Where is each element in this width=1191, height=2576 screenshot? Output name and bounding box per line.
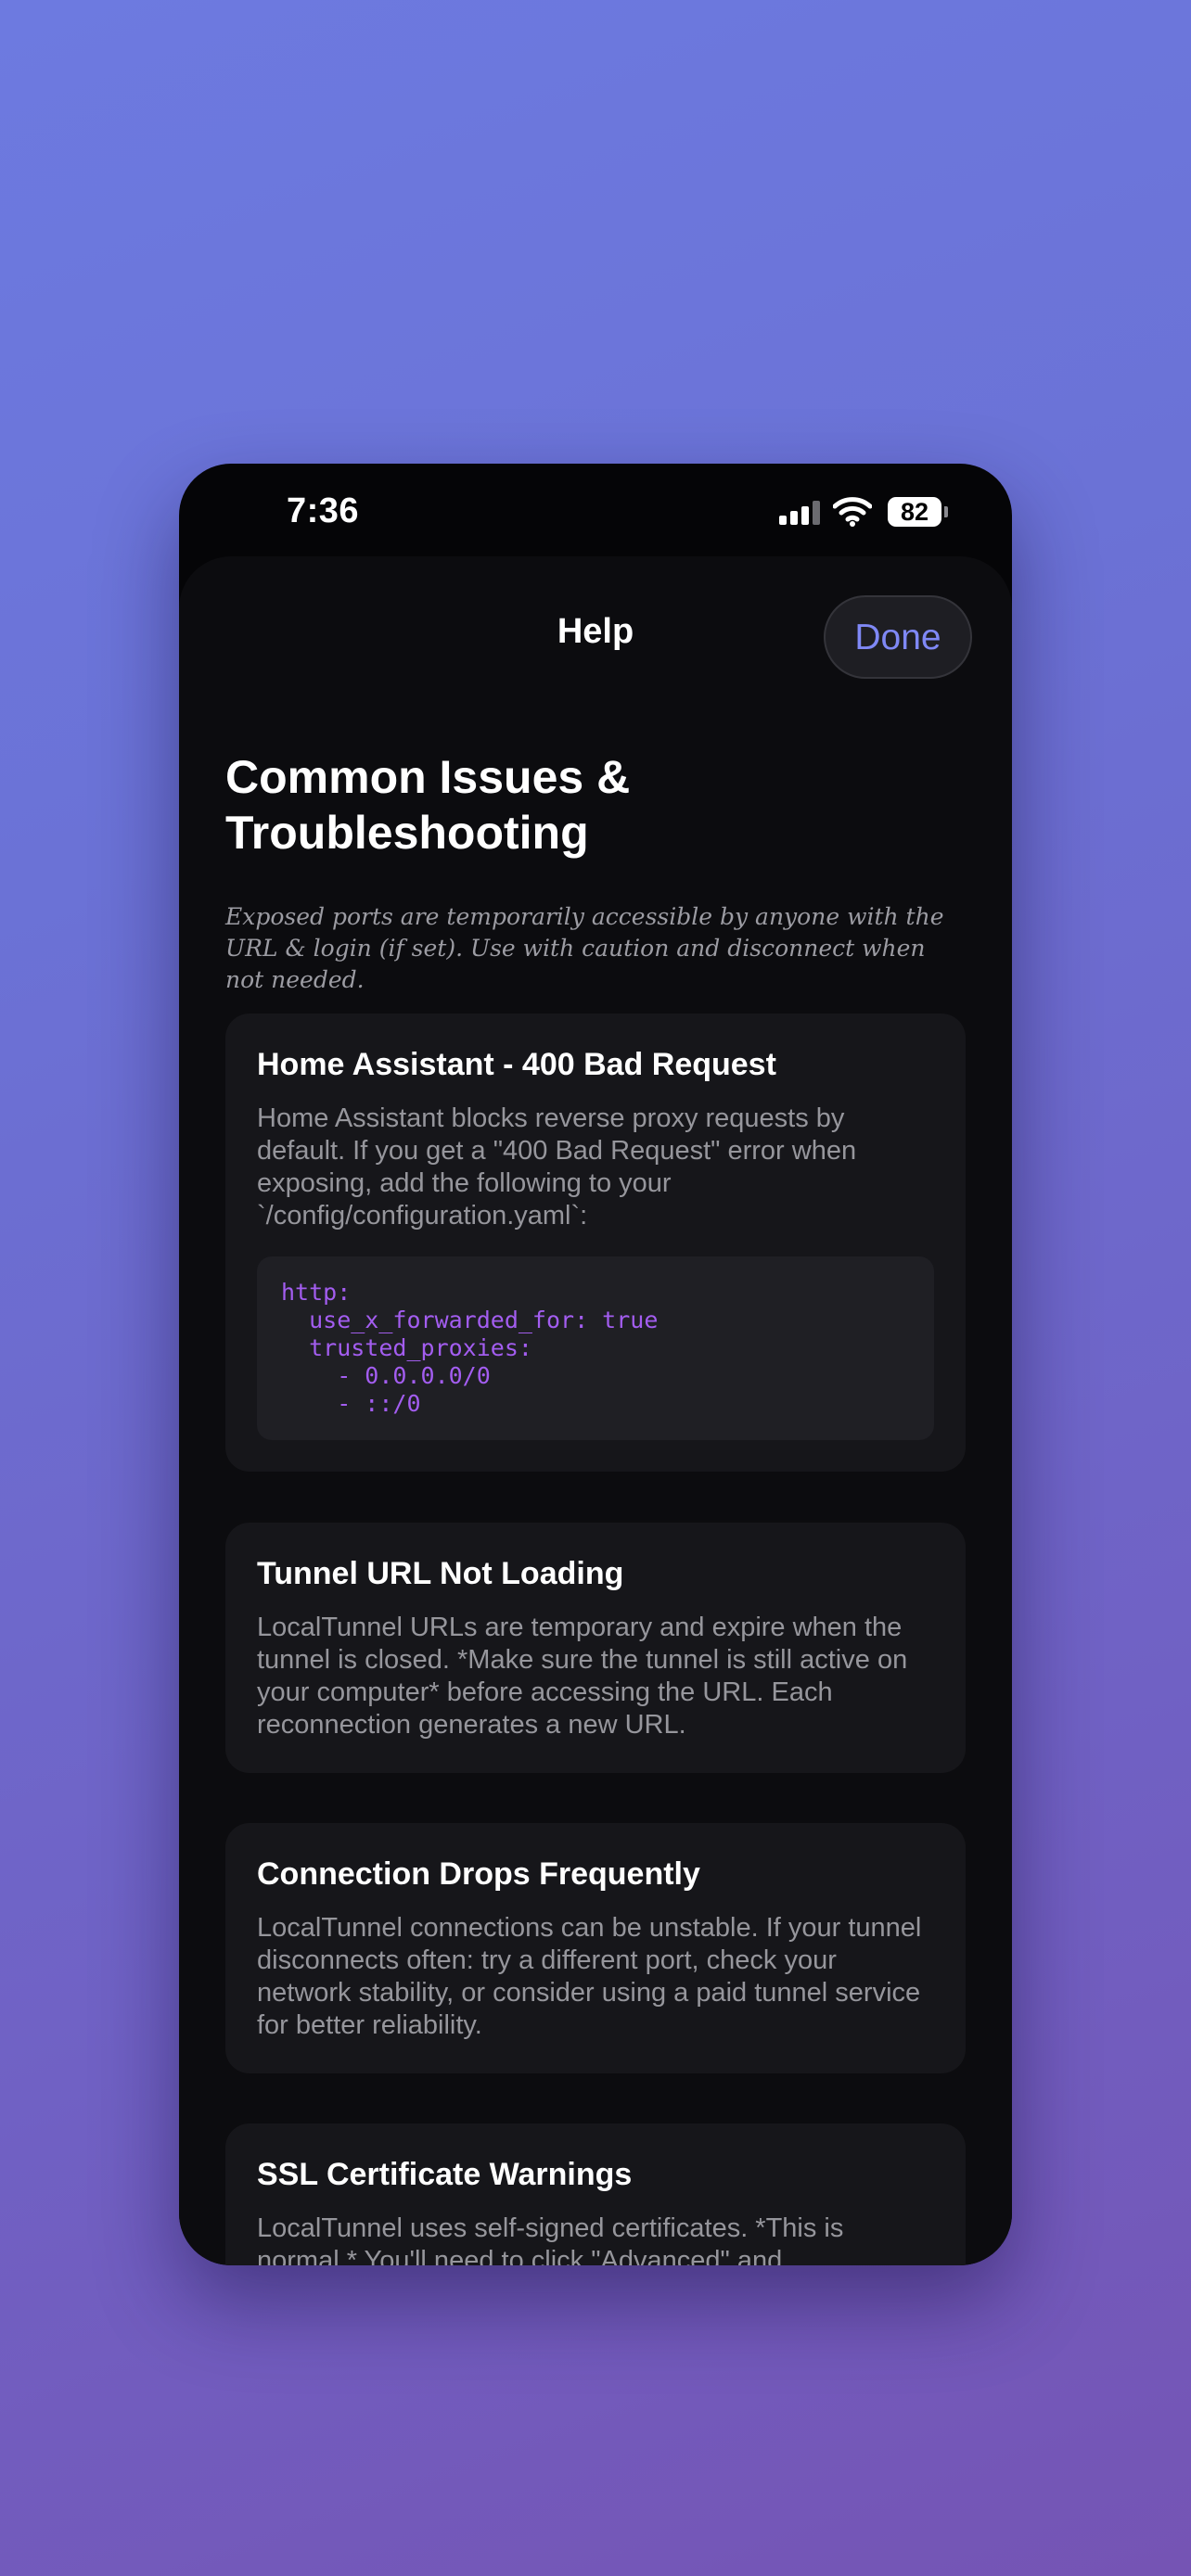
wifi-icon <box>833 497 872 527</box>
card-body: LocalTunnel URLs are temporary and expir… <box>257 1613 908 1740</box>
status-bar: 7:36 82 <box>179 464 1012 556</box>
card-body: LocalTunnel uses self-signed certificate… <box>257 2213 844 2265</box>
cellular-signal-icon <box>779 501 820 525</box>
battery-icon: 82 <box>888 497 941 527</box>
done-button[interactable]: Done <box>824 595 972 679</box>
card-ssl-warnings: SSL Certificate Warnings LocalTunnel use… <box>225 2123 966 2265</box>
phone-screen: 7:36 82 Help Done Common Issues & Troubl… <box>179 464 1012 2265</box>
warning-note: Exposed ports are temporarily accessible… <box>225 903 944 993</box>
help-sheet[interactable]: Help Done Common Issues & Troubleshootin… <box>179 556 1012 2265</box>
code-block[interactable]: http: use_x_forwarded_for: true trusted_… <box>257 1256 934 1440</box>
card-title: Home Assistant - 400 Bad Request <box>257 1047 776 1082</box>
card-connection-drops: Connection Drops Frequently LocalTunnel … <box>225 1823 966 2073</box>
card-home-assistant: Home Assistant - 400 Bad Request Home As… <box>225 1014 966 1472</box>
card-tunnel-url: Tunnel URL Not Loading LocalTunnel URLs … <box>225 1523 966 1773</box>
status-time: 7:36 <box>287 491 360 530</box>
page-heading: Common Issues & Troubleshooting <box>225 751 631 859</box>
card-body: Home Assistant blocks reverse proxy requ… <box>257 1103 857 1231</box>
card-title: Connection Drops Frequently <box>257 1856 700 1892</box>
battery-tip <box>944 506 948 517</box>
card-title: Tunnel URL Not Loading <box>257 1556 624 1591</box>
card-body: LocalTunnel connections can be unstable.… <box>257 1913 922 2040</box>
card-title: SSL Certificate Warnings <box>257 2157 633 2192</box>
